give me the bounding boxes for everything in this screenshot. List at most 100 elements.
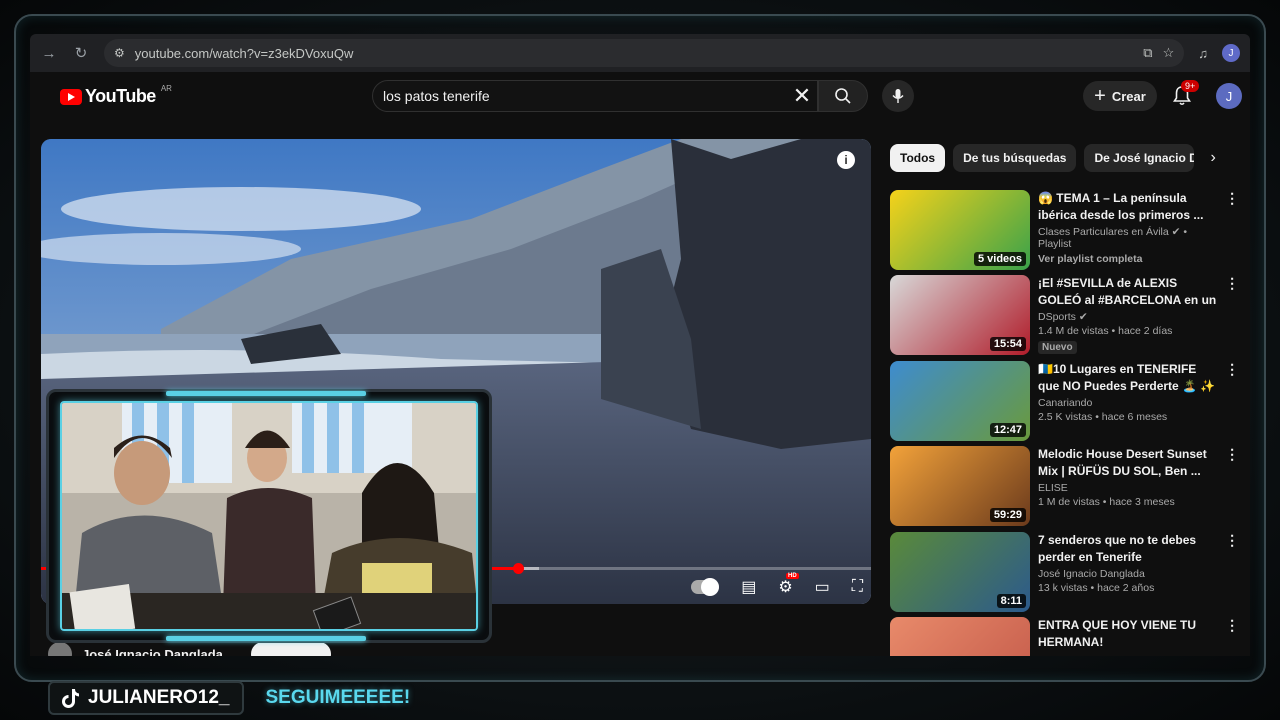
webcam-people-image xyxy=(62,403,476,629)
recommendation-item[interactable]: 15:54 ¡El #SEVILLA de ALEXIS GOLEÓ al #BA… xyxy=(890,275,1240,357)
video-meta: 🇮🇨10 Lugares en TENERIFE que NO Puedes P… xyxy=(1038,361,1216,443)
video-channel-name[interactable]: DSports xyxy=(1038,311,1076,323)
account-avatar[interactable]: J xyxy=(1216,83,1242,109)
video-title[interactable]: 🇮🇨10 Lugares en TENERIFE que NO Puedes P… xyxy=(1038,361,1216,395)
video-channel: José Ignacio Danglada xyxy=(1038,568,1216,580)
video-channel: Canariando xyxy=(1038,397,1216,409)
channel-name[interactable]: José Ignacio Danglada xyxy=(82,647,223,657)
video-title[interactable]: ¡El #SEVILLA de ALEXIS GOLEÓ al #BARCELO… xyxy=(1038,275,1216,309)
video-title[interactable]: Melodic House Desert Sunset Mix | RÜFÜS … xyxy=(1038,446,1216,480)
clear-search-icon[interactable]: ✕ xyxy=(787,85,817,107)
create-label: Crear xyxy=(1111,88,1146,104)
tiktok-handle: JULIANERO12_ xyxy=(88,687,230,708)
video-title[interactable]: ENTRA QUE HOY VIENE TU HERMANA! xyxy=(1038,617,1216,651)
video-channel: ELISE xyxy=(1038,482,1216,494)
install-app-icon[interactable]: ⧉ xyxy=(1143,45,1152,61)
info-icon[interactable]: i xyxy=(837,151,855,169)
autoplay-toggle[interactable] xyxy=(691,578,720,596)
stream-bottom-bar: JULIANERO12_ SEGUIMEEEEE! xyxy=(48,680,410,716)
webcam-accent-top xyxy=(166,391,366,396)
settings-gear-icon[interactable]: ⚙ HD xyxy=(778,573,799,597)
video-duration: 15:54 xyxy=(989,337,1026,351)
video-title[interactable]: 😱 TEMA 1 – La península ibérica desde lo… xyxy=(1038,190,1216,224)
youtube-logo-text: YouTube xyxy=(85,86,156,106)
url-text: youtube.com/watch?v=z3ekDVoxuQw xyxy=(134,45,354,61)
theater-mode-icon[interactable]: ▭ xyxy=(815,577,830,597)
stream-frame: → ↻ ⚙ youtube.com/watch?v=z3ekDVoxuQw ⧉ … xyxy=(0,0,1280,720)
more-options-icon[interactable]: ⋮ xyxy=(1224,275,1240,357)
video-stats: 2.5 K vistas • hace 6 meses xyxy=(1038,411,1168,423)
browser-toolbar: → ↻ ⚙ youtube.com/watch?v=z3ekDVoxuQw ⧉ … xyxy=(30,34,1250,72)
recommendation-item[interactable]: 8:11 7 senderos que no te debes perder en… xyxy=(890,532,1240,614)
video-thumbnail[interactable]: 12:47 xyxy=(890,361,1030,441)
subscribe-button[interactable] xyxy=(250,642,331,656)
microphone-icon xyxy=(892,89,904,103)
view-full-playlist-link[interactable]: Ver playlist completa xyxy=(1038,253,1216,265)
video-meta: 7 senderos que no te debes perder en Ten… xyxy=(1038,532,1216,614)
video-channel-name[interactable]: Canariando xyxy=(1038,397,1092,409)
video-thumbnail[interactable]: 5 videos xyxy=(890,190,1030,270)
video-thumbnail[interactable]: 8:11 xyxy=(890,532,1030,612)
video-duration: 5 videos xyxy=(973,252,1026,266)
browser-profile-avatar[interactable]: J xyxy=(1222,44,1240,62)
address-bar[interactable]: ⚙ youtube.com/watch?v=z3ekDVoxuQw ⧉ ☆ xyxy=(104,39,1185,67)
video-channel-name[interactable]: José Ignacio Danglada xyxy=(1038,568,1145,580)
country-code: AR xyxy=(160,84,172,93)
more-options-icon[interactable]: ⋮ xyxy=(1224,532,1240,614)
video-thumbnail[interactable] xyxy=(890,617,1030,656)
video-channel: DSports ✔ xyxy=(1038,311,1216,323)
more-options-icon[interactable]: ⋮ xyxy=(1224,617,1240,656)
related-filter-chips: Todos De tus búsquedas De José Ignacio D… xyxy=(890,144,1216,172)
video-channel-name[interactable]: Clases Particulares en Ávila xyxy=(1038,226,1169,238)
video-meta: ENTRA QUE HOY VIENE TU HERMANA! xyxy=(1038,617,1216,656)
tiktok-handle-badge: JULIANERO12_ xyxy=(48,681,244,715)
forward-icon[interactable]: → xyxy=(40,45,58,62)
video-thumbnail[interactable]: 59:29 xyxy=(890,446,1030,526)
youtube-header: YouTube AR los patos tenerife ✕ + Crear … xyxy=(30,72,1250,128)
recommendation-item[interactable]: 59:29 Melodic House Desert Sunset Mix | R… xyxy=(890,446,1240,528)
player-controls: ▤ ⚙ HD ▭ ⛶ xyxy=(691,572,863,602)
chip-from-searches[interactable]: De tus búsquedas xyxy=(953,144,1077,172)
new-badge: Nuevo xyxy=(1038,341,1077,354)
video-duration: 8:11 xyxy=(996,594,1026,608)
recommendation-item[interactable]: 5 videos 😱 TEMA 1 – La península ibérica … xyxy=(890,190,1240,272)
webcam-feed xyxy=(60,401,478,631)
reload-icon[interactable]: ↻ xyxy=(72,44,90,62)
more-options-icon[interactable]: ⋮ xyxy=(1224,361,1240,443)
video-meta: ¡El #SEVILLA de ALEXIS GOLEÓ al #BARCELO… xyxy=(1038,275,1216,357)
video-duration: 59:29 xyxy=(989,508,1026,522)
video-title[interactable]: 7 senderos que no te debes perder en Ten… xyxy=(1038,532,1216,566)
hd-badge: HD xyxy=(786,573,799,579)
more-options-icon[interactable]: ⋮ xyxy=(1224,190,1240,272)
site-info-icon[interactable]: ⚙ xyxy=(114,46,125,60)
video-stats: 13 k vistas • hace 2 años xyxy=(1038,582,1155,594)
bookmark-star-icon[interactable]: ☆ xyxy=(1163,45,1175,61)
chip-all[interactable]: Todos xyxy=(890,144,946,172)
search-button[interactable] xyxy=(818,80,868,112)
search-input[interactable]: los patos tenerife xyxy=(383,88,787,104)
tiktok-icon xyxy=(62,689,79,708)
chip-from-channel[interactable]: De José Ignacio Danglada xyxy=(1084,144,1195,172)
recommendation-item[interactable]: 12:47 🇮🇨10 Lugares en TENERIFE que NO Pue… xyxy=(890,361,1240,443)
subtitles-icon[interactable]: ▤ xyxy=(741,577,756,597)
video-stats: 1 M de vistas • hace 3 meses xyxy=(1038,496,1175,508)
video-channel: Clases Particulares en Ávila ✔ • Playlis… xyxy=(1038,226,1216,250)
youtube-play-icon xyxy=(60,88,82,105)
chevron-right-icon[interactable]: › xyxy=(1210,149,1215,167)
video-channel-name[interactable]: ELISE xyxy=(1038,482,1068,494)
search-box[interactable]: los patos tenerife ✕ xyxy=(372,80,818,112)
more-options-icon[interactable]: ⋮ xyxy=(1224,446,1240,528)
video-thumbnail[interactable]: 15:54 xyxy=(890,275,1030,355)
fullscreen-icon[interactable]: ⛶ xyxy=(852,578,863,596)
video-duration: 12:47 xyxy=(989,423,1026,437)
plus-icon: + xyxy=(1094,85,1106,107)
create-button[interactable]: + Crear xyxy=(1083,81,1157,111)
media-controls-icon[interactable]: ♫ xyxy=(1198,46,1208,61)
verified-icon: ✔ xyxy=(1171,226,1181,238)
youtube-logo[interactable]: YouTube AR xyxy=(60,84,172,107)
channel-avatar[interactable] xyxy=(48,642,72,656)
voice-search-button[interactable] xyxy=(882,80,914,112)
recommendation-item[interactable]: ENTRA QUE HOY VIENE TU HERMANA! ⋮ xyxy=(890,617,1240,656)
video-meta: 😱 TEMA 1 – La península ibérica desde lo… xyxy=(1038,190,1216,272)
notifications-badge: 9+ xyxy=(1181,80,1200,92)
